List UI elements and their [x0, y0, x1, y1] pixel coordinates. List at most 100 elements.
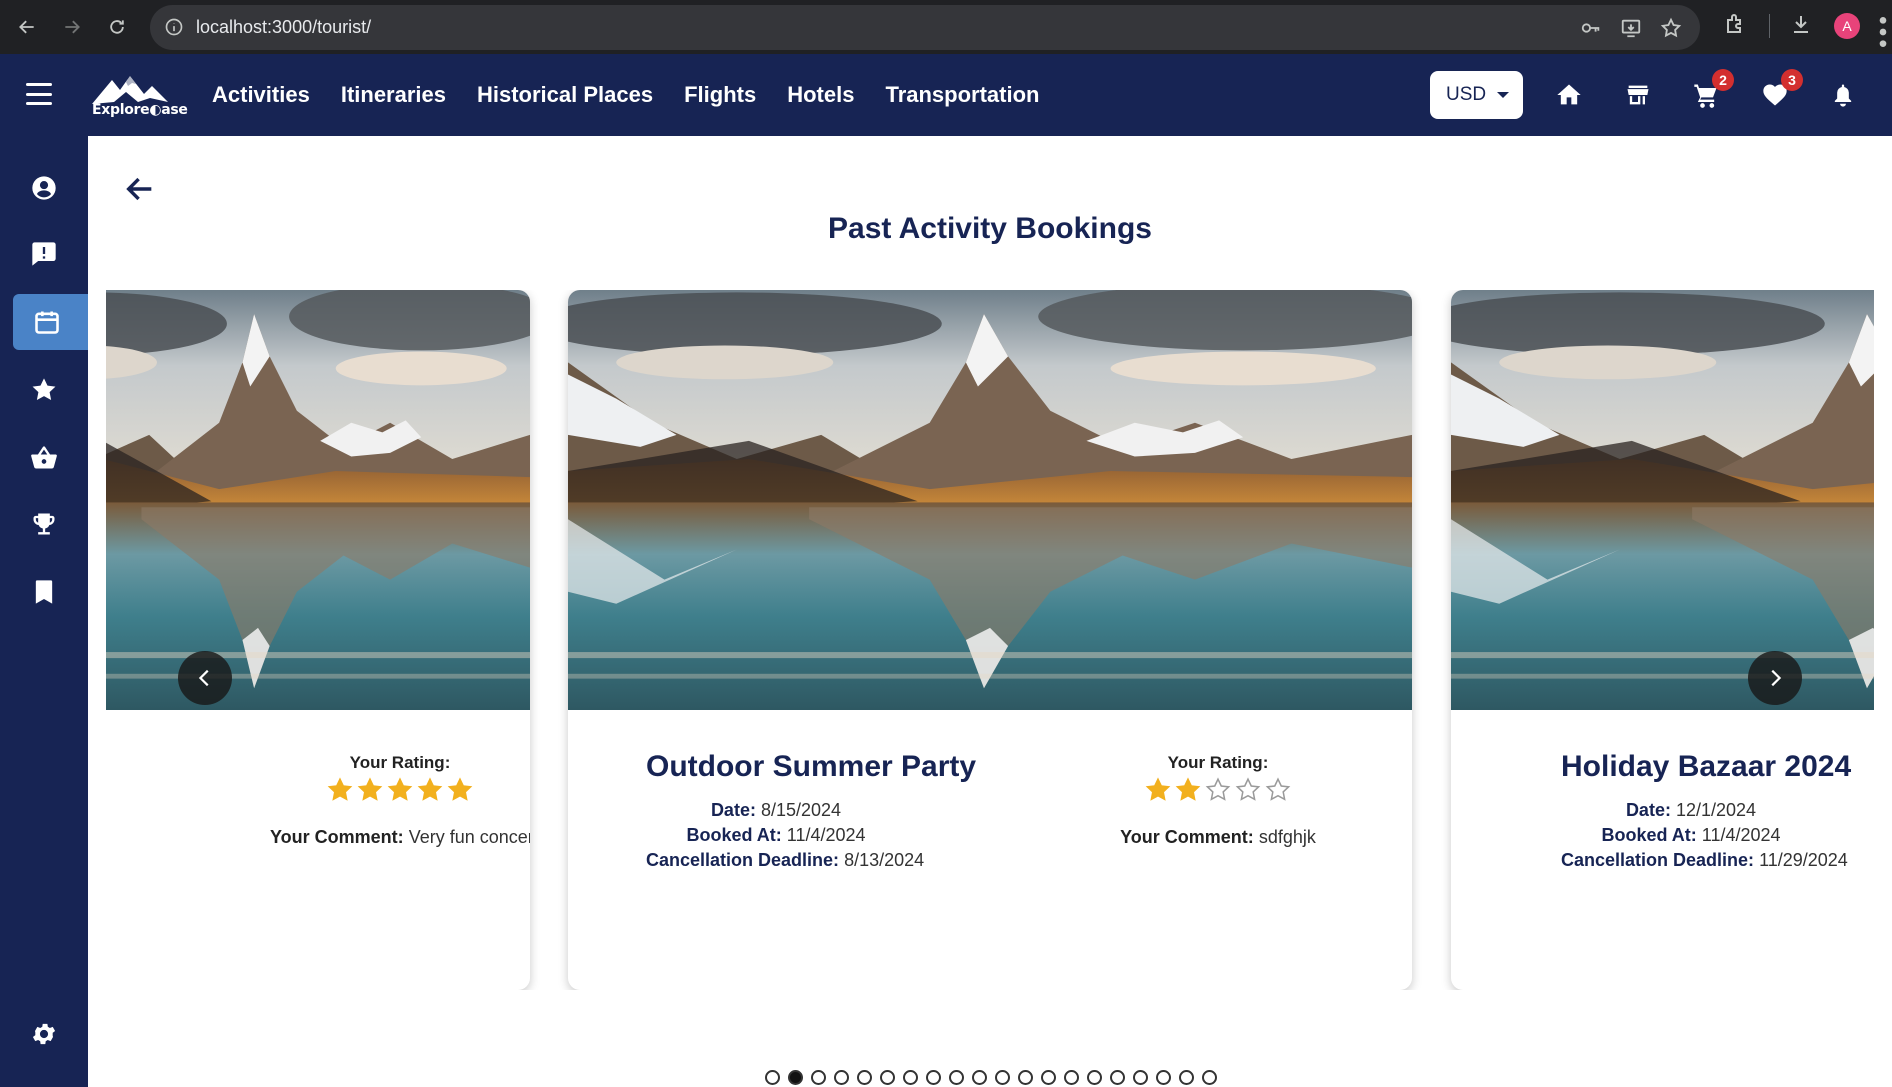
profile-avatar[interactable]: A [1834, 13, 1860, 39]
site-info-icon[interactable] [164, 17, 184, 37]
date-label: Date: [710, 800, 756, 820]
booked-at-row: Booked At: 11/4/2024 [1561, 823, 1821, 848]
star-empty-icon [1265, 777, 1291, 801]
browser-reload-icon[interactable] [102, 12, 132, 42]
pagination-dot[interactable] [1156, 1070, 1171, 1085]
page-title: Past Activity Bookings [828, 212, 1152, 245]
pagination-dot[interactable] [1110, 1070, 1125, 1085]
pagination-dot[interactable] [811, 1070, 826, 1085]
extensions-icon[interactable] [1723, 12, 1747, 36]
calendar-icon[interactable] [13, 294, 88, 350]
pagination-dot[interactable] [903, 1070, 918, 1085]
booking-card[interactable]: Your Rating: Your Comment: Very fun conc… [106, 290, 530, 990]
pagination-dot[interactable] [995, 1070, 1010, 1085]
booking-card[interactable]: Outdoor Summer Party Date: 8/15/2024 Boo… [568, 290, 1412, 990]
pagination-dot[interactable] [949, 1070, 964, 1085]
wishlist-heart-icon[interactable]: 3 [1761, 69, 1803, 109]
main-nav: Activities Itineraries Historical Places… [212, 82, 1039, 108]
booked-at-row: Booked At: 11/4/2024 [646, 823, 906, 848]
url-text[interactable]: localhost:3000/tourist/ [196, 17, 371, 38]
carousel-prev-button[interactable] [178, 651, 232, 705]
booking-card[interactable]: Holiday Bazaar 2024 Date: 12/1/2024 Book… [1451, 290, 1874, 990]
back-arrow-icon[interactable] [123, 172, 157, 206]
downloads-icon[interactable] [1789, 12, 1813, 36]
star-icon[interactable] [0, 362, 88, 418]
pagination-dot[interactable] [972, 1070, 987, 1085]
pagination-dot[interactable] [926, 1070, 941, 1085]
cancellation-deadline-label: Cancellation Deadline: [1561, 850, 1755, 870]
pagination-dot[interactable] [1041, 1070, 1056, 1085]
comment-value: sdfghjk [1258, 827, 1316, 847]
browser-menu-icon[interactable] [1878, 12, 1888, 47]
pagination-dot[interactable] [834, 1070, 849, 1085]
pagination-dot[interactable] [765, 1070, 780, 1085]
profile-icon[interactable] [0, 160, 88, 216]
settings-icon[interactable] [0, 1006, 88, 1062]
booked-at-label: Booked At: [1601, 825, 1697, 845]
nav-flights[interactable]: Flights [684, 82, 756, 108]
pagination-dot[interactable] [1064, 1070, 1079, 1085]
wishlist-badge: 3 [1781, 69, 1803, 91]
star-filled-icon [417, 777, 443, 801]
comment-label: Your Comment: [270, 827, 404, 847]
rating-label: Your Rating: [1167, 753, 1269, 772]
address-bar[interactable]: localhost:3000/tourist/ [150, 5, 1700, 50]
comment-value: Very fun concert :) [408, 827, 530, 847]
comment-label: Your Comment: [1120, 827, 1254, 847]
comment-text: Your Comment: Very fun concert :) [270, 827, 530, 848]
pagination-dot[interactable] [1202, 1070, 1217, 1085]
menu-icon[interactable] [26, 83, 52, 105]
explore-ease-logo[interactable]: Explore◐ase [90, 72, 190, 120]
date-label: Date: [1625, 800, 1671, 820]
bookmark-star-icon[interactable] [1660, 17, 1682, 39]
cancellation-deadline-row: Cancellation Deadline: 8/13/2024 [646, 848, 924, 873]
basket-icon[interactable] [0, 430, 88, 486]
activity-name: Holiday Bazaar 2024 [1561, 750, 1852, 783]
nav-historical-places[interactable]: Historical Places [477, 82, 653, 108]
rating-label: Your Rating: [349, 753, 451, 772]
cancellation-deadline-value: 11/29/2024 [1759, 850, 1848, 870]
cart-badge: 2 [1712, 69, 1734, 91]
pagination-dot[interactable] [1087, 1070, 1102, 1085]
caret-down-icon [1497, 92, 1509, 98]
activity-details: Holiday Bazaar 2024 Date: 12/1/2024 Book… [1561, 750, 1852, 873]
pagination-dot[interactable] [1018, 1070, 1033, 1085]
nav-transportation[interactable]: Transportation [885, 82, 1039, 108]
cart-icon[interactable]: 2 [1692, 69, 1734, 109]
chevron-left-icon [198, 669, 209, 687]
pagination-dot[interactable] [1179, 1070, 1194, 1085]
activity-details: Outdoor Summer Party Date: 8/15/2024 Boo… [646, 750, 976, 873]
browser-forward-icon[interactable] [57, 12, 87, 42]
browser-toolbar: localhost:3000/tourist/ A [0, 0, 1892, 54]
notification-bell-icon[interactable] [1829, 81, 1857, 109]
star-filled-icon [1145, 777, 1171, 801]
pagination-dot[interactable] [857, 1070, 872, 1085]
trophy-icon[interactable] [0, 496, 88, 552]
pagination-dot[interactable] [1133, 1070, 1148, 1085]
bookmark-icon[interactable] [0, 564, 88, 620]
install-app-icon[interactable] [1620, 17, 1642, 39]
toolbar-divider [1769, 14, 1770, 38]
nav-itineraries[interactable]: Itineraries [341, 82, 446, 108]
pagination-dot[interactable] [880, 1070, 895, 1085]
rating-stars [270, 777, 530, 803]
cancellation-deadline-label: Cancellation Deadline: [646, 850, 840, 870]
date-value: 12/1/2024 [1675, 800, 1757, 820]
currency-select[interactable]: USD [1430, 71, 1523, 119]
browser-back-icon[interactable] [12, 12, 42, 42]
activity-photo [1451, 290, 1874, 710]
cancellation-deadline-value: 8/13/2024 [844, 850, 925, 870]
password-key-icon[interactable] [1580, 17, 1602, 39]
star-empty-icon [1205, 777, 1231, 801]
store-icon[interactable] [1624, 81, 1652, 109]
nav-hotels[interactable]: Hotels [787, 82, 854, 108]
pagination-dot[interactable] [788, 1070, 803, 1085]
nav-activities[interactable]: Activities [212, 82, 310, 108]
bookings-carousel: Your Rating: Your Comment: Very fun conc… [106, 290, 1874, 990]
home-icon[interactable] [1555, 81, 1583, 109]
star-empty-icon [1235, 777, 1261, 801]
sidebar [0, 136, 88, 1087]
carousel-next-button[interactable] [1748, 651, 1802, 705]
complaint-icon[interactable] [0, 226, 88, 282]
logout-icon[interactable] [0, 1076, 88, 1087]
